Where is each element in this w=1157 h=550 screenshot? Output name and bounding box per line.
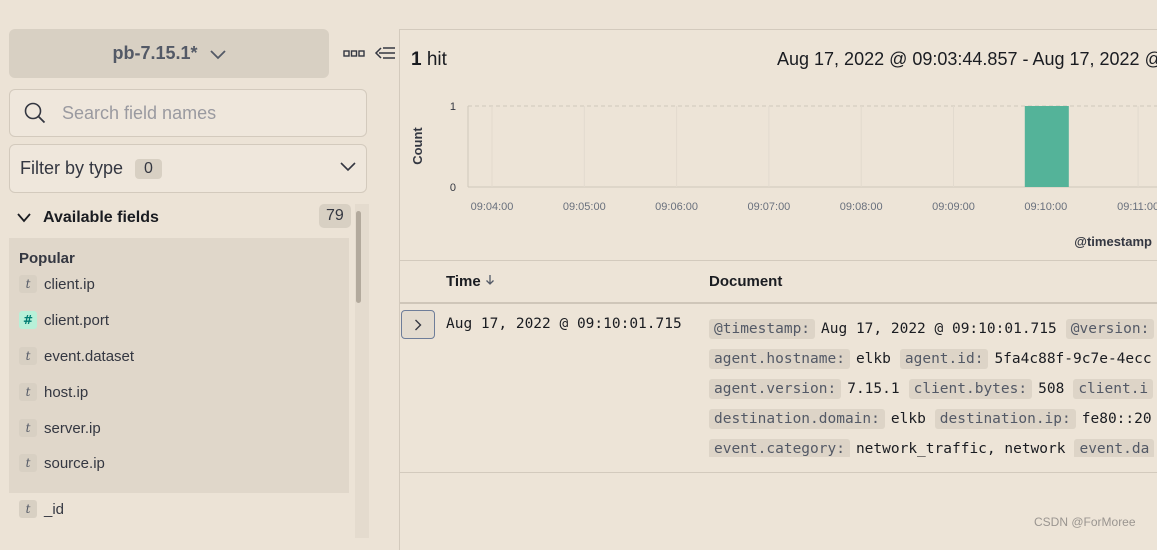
y-axis-label: Count [410,127,425,165]
field-name: server.ip [44,419,101,437]
field-item-client-ip[interactable]: t client.ip [19,273,95,295]
x-tick-label: 09:07:00 [747,201,790,213]
field-key: agent.version: [709,379,842,399]
field-key: event.category: [709,439,850,457]
field-value: fe80::20 [1081,411,1152,427]
field-item-host-ip[interactable]: t host.ip [19,381,88,403]
field-value: network_traffic, network [855,441,1066,457]
filter-count-badge: 0 [135,158,162,179]
histogram-bar [1024,106,1069,187]
chevron-down-icon [340,162,356,172]
string-type-icon: t [19,500,37,518]
x-axis-label: @timestamp [1074,234,1152,249]
x-tick-label: 09:08:00 [840,201,883,213]
search-icon [24,102,46,124]
x-tick-label: 09:05:00 [563,201,606,213]
field-key: @version: [1065,319,1155,339]
hits-count: 1 [411,49,422,70]
field-key: client.i [1073,379,1154,399]
x-tick-label: 09:04:00 [471,201,514,213]
hits-counter: 1 hit [411,49,447,71]
field-key: @timestamp: [709,319,816,339]
index-pattern-label: pb-7.15.1* [112,43,198,63]
field-item-server-ip[interactable]: t server.ip [19,417,101,439]
field-key: agent.hostname: [709,349,850,369]
options-icon[interactable] [343,46,365,62]
chevron-down-icon [209,49,226,59]
x-tick-label: 09:11:00 [1117,201,1157,213]
field-key: destination.domain: [709,409,885,429]
y-tick-label: 0 [450,182,456,194]
field-value: 5fa4c88f-9c7e-4ecc [994,351,1152,367]
column-header-document: Document [709,273,783,290]
number-type-icon: # [19,311,37,329]
available-fields-toggle[interactable]: Available fields 79 [9,204,351,232]
available-fields-label: Available fields [43,209,159,226]
field-name: source.ip [44,454,105,472]
field-name: event.dataset [44,347,135,365]
field-value: 7.15.1 [847,381,900,397]
field-name: _id [44,500,65,518]
string-type-icon: t [19,419,37,437]
hits-label: hit [426,49,447,70]
field-item-source-ip[interactable]: t source.ip [19,452,105,474]
collapse-sidebar-icon[interactable] [374,44,396,62]
time-range-label: Aug 17, 2022 @ 09:03:44.857 - Aug 17, 20… [777,49,1157,69]
column-header-time[interactable]: Time [446,273,495,290]
sidebar-scrollbar-thumb[interactable] [356,211,361,303]
document-cell: @timestamp: Aug 17, 2022 @ 09:10:01.715 @v… [700,312,1157,457]
field-key: agent.id: [899,349,989,369]
x-tick-label: 09:06:00 [655,201,698,213]
filter-by-type[interactable]: Filter by type 0 [9,144,367,193]
divider [400,260,1157,261]
popular-label: Popular [19,250,75,267]
chevron-down-icon [17,213,31,223]
chevron-right-icon [415,319,422,330]
document-line: agent.version: 7.15.1 client.bytes: 508 clie… [709,377,1157,401]
index-pattern-selector[interactable]: pb-7.15.1* [9,29,329,78]
row-divider [400,472,1157,473]
field-key: event.da [1074,439,1155,457]
document-line: destination.domain: elkb destination.ip: fe… [709,407,1157,431]
field-item-id[interactable]: t _id [19,498,64,520]
field-item-event-dataset[interactable]: t event.dataset [19,345,134,367]
field-value: elkb [855,351,891,367]
available-fields-count: 79 [319,204,351,228]
field-key: destination.ip: [934,409,1076,429]
document-line: @timestamp: Aug 17, 2022 @ 09:10:01.715 @v… [709,317,1157,341]
search-input[interactable] [60,101,344,125]
header-divider [400,302,1157,304]
string-type-icon: t [19,347,37,365]
histogram-chart[interactable]: 09:04:00 09:05:00 09:06:00 09:07:00 09:08:00… [400,90,1157,255]
sort-descending-icon [485,275,494,285]
field-name: host.ip [44,383,89,401]
filter-label: Filter by type [20,158,124,178]
row-timestamp: Aug 17, 2022 @ 09:10:01.715 [446,316,682,332]
field-value: Aug 17, 2022 @ 09:10:01.715 [821,321,1057,337]
field-value: 508 [1038,381,1065,397]
string-type-icon: t [19,454,37,472]
field-name: client.ip [44,275,95,293]
string-type-icon: t [19,275,37,293]
x-tick-label: 09:09:00 [932,201,975,213]
field-key: client.bytes: [908,379,1033,399]
expand-row-button[interactable] [401,310,435,339]
document-line: event.category: network_traffic, network e… [709,437,1157,457]
field-value: elkb [890,411,926,427]
search-field-names[interactable] [9,89,367,137]
field-name: client.port [44,311,110,329]
x-tick-label: 09:10:00 [1024,201,1067,213]
document-line: agent.hostname: elkb agent.id: 5fa4c88f-9c7… [709,347,1157,371]
time-header-label: Time [446,273,481,290]
watermark: CSDN @ForMoree [1034,515,1136,529]
field-item-client-port[interactable]: # client.port [19,309,109,331]
string-type-icon: t [19,383,37,401]
y-tick-label: 1 [450,101,456,113]
